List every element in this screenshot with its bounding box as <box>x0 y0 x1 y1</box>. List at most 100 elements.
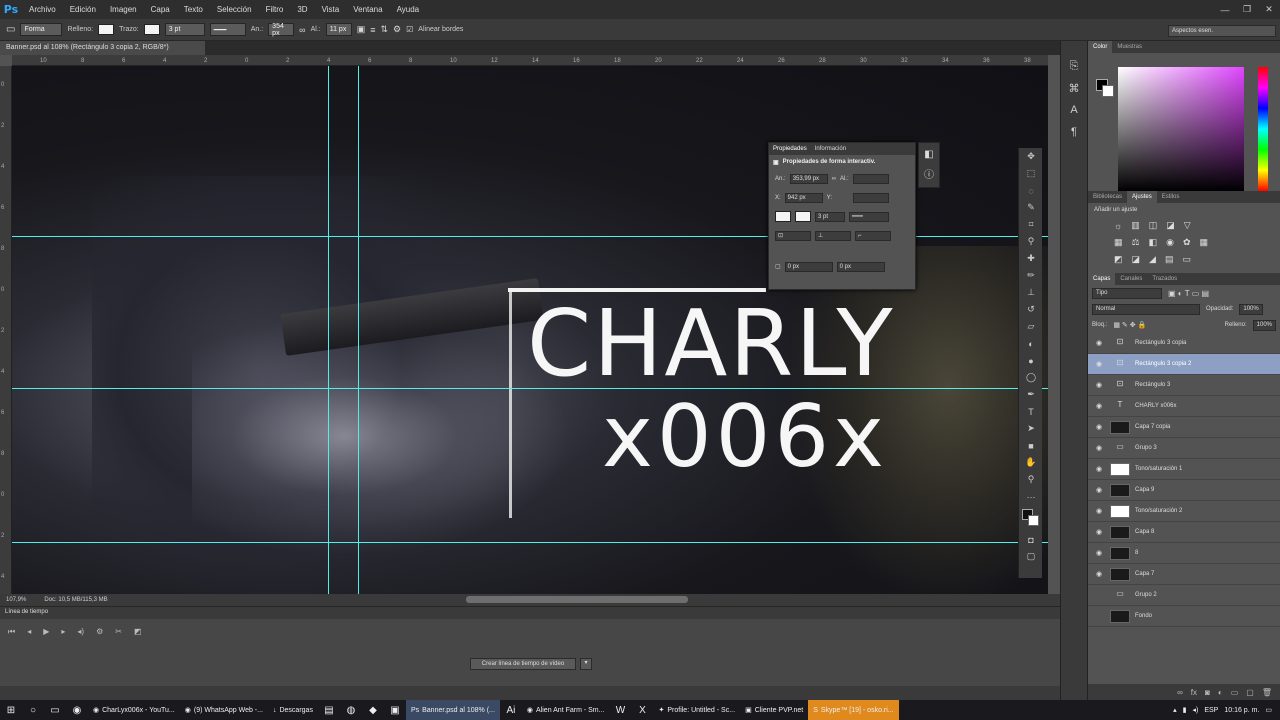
visibility-eye-icon[interactable]: ◉ <box>1093 339 1105 347</box>
layer-filter-select[interactable]: Tipo <box>1092 287 1162 299</box>
menu-archivo[interactable]: Archivo <box>22 5 63 14</box>
move-tool-icon[interactable]: ✥ <box>1019 148 1043 165</box>
quick-mask-icon[interactable]: ◘ <box>1019 531 1043 548</box>
illustrator-icon[interactable]: Ai <box>500 700 522 720</box>
quick-select-tool-icon[interactable]: ✎ <box>1019 199 1043 216</box>
more-tools-icon[interactable]: ··· <box>1019 488 1043 505</box>
task-photoshop[interactable]: Ps Banner.psd al 108% (... <box>405 700 500 720</box>
color-balance-icon[interactable]: ⚖ <box>1132 237 1140 248</box>
visibility-eye-icon[interactable]: ◉ <box>1093 381 1105 389</box>
tool-preset-icon[interactable]: ▭ <box>6 24 15 35</box>
mask-icon[interactable]: ◙ <box>1205 688 1210 697</box>
close-icon[interactable]: ✕ <box>1258 0 1280 19</box>
visibility-eye-icon[interactable]: ◉ <box>1093 528 1105 536</box>
word-icon[interactable]: W <box>609 700 631 720</box>
marquee-tool-icon[interactable]: ⬚ <box>1019 165 1043 182</box>
layer-row[interactable]: ◉ ⊡ Rectángulo 3 copia <box>1088 333 1280 354</box>
history-icon[interactable]: ⎘ <box>1061 55 1087 77</box>
prev-frame-icon[interactable]: ◂ <box>27 627 31 637</box>
mode-select[interactable]: Forma <box>20 23 63 36</box>
settings-icon[interactable]: ⚙ <box>96 627 103 637</box>
tab-libraries[interactable]: Bibliotecas <box>1088 194 1127 200</box>
gradient-tool-icon[interactable]: ◐ <box>1019 335 1043 352</box>
banner-title-line1[interactable]: CHARLY <box>527 298 895 390</box>
start-icon[interactable]: ⊞ <box>0 700 22 720</box>
adjustment-layer-icon[interactable]: ◐ <box>1218 688 1223 697</box>
new-group-icon[interactable]: ▭ <box>1231 688 1239 697</box>
trash-icon[interactable]: 🗑 <box>1262 688 1272 697</box>
h-field[interactable] <box>852 173 889 184</box>
menu-seleccion[interactable]: Selección <box>210 5 259 14</box>
w-field[interactable]: 353,99 px <box>789 173 828 184</box>
visibility-eye-icon[interactable]: ◉ <box>1093 507 1105 515</box>
eyedropper-tool-icon[interactable]: ⚲ <box>1019 233 1043 250</box>
y-field[interactable] <box>852 192 889 203</box>
layer-row[interactable]: ◉ Tono/saturación 2 <box>1088 501 1280 522</box>
photo-filter-icon[interactable]: ◉ <box>1166 237 1174 248</box>
healing-tool-icon[interactable]: ✚ <box>1019 250 1043 267</box>
height-field[interactable]: 11 px <box>325 23 352 36</box>
task-skype[interactable]: S Skype™ [19] - osko.ri... <box>808 700 899 720</box>
layer-row[interactable]: ◉ Capa 8 <box>1088 522 1280 543</box>
filter-icons[interactable]: ▣ ◐ T ▭ ▤ <box>1168 289 1209 298</box>
paragraph-icon[interactable]: ¶ <box>1061 121 1087 143</box>
network-icon[interactable]: ▮ <box>1183 706 1187 714</box>
actions-icon[interactable]: ⌘ <box>1061 77 1087 99</box>
path-arrange-icon[interactable]: ⇅ <box>381 24 389 35</box>
prop-stroke-size[interactable]: 3 pt <box>815 211 845 222</box>
task-youtube[interactable]: ◉ CharLyx006x - YouTu... <box>88 700 180 720</box>
tab-swatches[interactable]: Muestras <box>1112 44 1147 50</box>
media-icon[interactable]: ▣ <box>384 700 406 720</box>
search-icon[interactable]: ○ <box>22 700 44 720</box>
transition-icon[interactable]: ◩ <box>134 627 142 637</box>
visibility-eye-icon[interactable]: ◉ <box>1093 465 1105 473</box>
prop-stroke-style[interactable]: ━━━ <box>849 211 889 222</box>
layer-row[interactable]: ◉ Tono/saturación 1 <box>1088 459 1280 480</box>
layer-row[interactable]: ◉ ⊡ Rectángulo 3 copia 2 <box>1088 354 1280 375</box>
stroke-swatch[interactable] <box>143 24 160 35</box>
rectangle-shape-vertical[interactable] <box>509 288 512 518</box>
tab-adjustments[interactable]: Ajustes <box>1127 191 1157 203</box>
threshold-icon[interactable]: ◢ <box>1149 254 1156 265</box>
tab-styles[interactable]: Estilos <box>1157 194 1185 200</box>
notifications-icon[interactable]: ▭ <box>1265 706 1272 714</box>
banner-title-line2[interactable]: x006x <box>602 394 888 480</box>
create-video-timeline-button[interactable]: Crear línea de tiempo de vídeo <box>470 658 576 670</box>
explorer-icon[interactable]: ▤ <box>318 700 340 720</box>
stroke-style-select[interactable]: ━━━ <box>209 23 246 36</box>
guide-horizontal[interactable] <box>12 542 1048 543</box>
first-frame-icon[interactable]: ⏮ <box>8 627 15 637</box>
layer-row[interactable]: ◉ Capa 9 <box>1088 480 1280 501</box>
visibility-eye-icon[interactable]: ◉ <box>1093 570 1105 578</box>
hue-slider[interactable] <box>1258 67 1268 191</box>
task-downloads[interactable]: ↓ Descargas <box>268 700 318 720</box>
workspace-select[interactable]: Aspectos esen. <box>1168 25 1276 37</box>
blur-tool-icon[interactable]: ● <box>1019 352 1043 369</box>
stroke-cap-select[interactable]: ⊥ <box>815 230 851 241</box>
guide-horizontal[interactable] <box>12 388 1048 389</box>
layer-row[interactable]: ◉ ⊡ Rectángulo 3 <box>1088 375 1280 396</box>
levels-icon[interactable]: ▥ <box>1131 220 1140 231</box>
play-icon[interactable]: ▶ <box>43 627 49 637</box>
menu-ayuda[interactable]: Ayuda <box>390 5 427 14</box>
volume-icon[interactable]: ◂) <box>1192 706 1198 714</box>
layer-row[interactable]: Fondo <box>1088 606 1280 627</box>
menu-vista[interactable]: Vista <box>315 5 347 14</box>
path-ops-icon[interactable]: ▣ <box>357 24 366 35</box>
color-picker-field[interactable] <box>1118 67 1244 191</box>
adjust-icon[interactable]: ◧ <box>919 149 939 160</box>
foreground-background-colors[interactable] <box>1021 509 1040 527</box>
brightness-icon[interactable]: ☼ <box>1114 221 1122 231</box>
posterize-icon[interactable]: ◪ <box>1132 254 1141 265</box>
visibility-eye-icon[interactable]: ◉ <box>1093 402 1105 410</box>
guide-vertical[interactable] <box>358 66 359 594</box>
gear-icon[interactable]: ⚙ <box>393 24 401 35</box>
timeline-mode-dropdown[interactable]: ▾ <box>580 658 592 670</box>
menu-3d[interactable]: 3D <box>290 5 314 14</box>
layer-row[interactable]: ◉ ▭ Grupo 3 <box>1088 438 1280 459</box>
stroke-align-select[interactable]: ⊡ <box>775 230 811 241</box>
radius-a-field[interactable]: 0 px <box>784 261 833 272</box>
chrome-icon[interactable]: ◉ <box>66 700 88 720</box>
excel-icon[interactable]: X <box>631 700 653 720</box>
vibrance-icon[interactable]: ▽ <box>1184 220 1191 231</box>
